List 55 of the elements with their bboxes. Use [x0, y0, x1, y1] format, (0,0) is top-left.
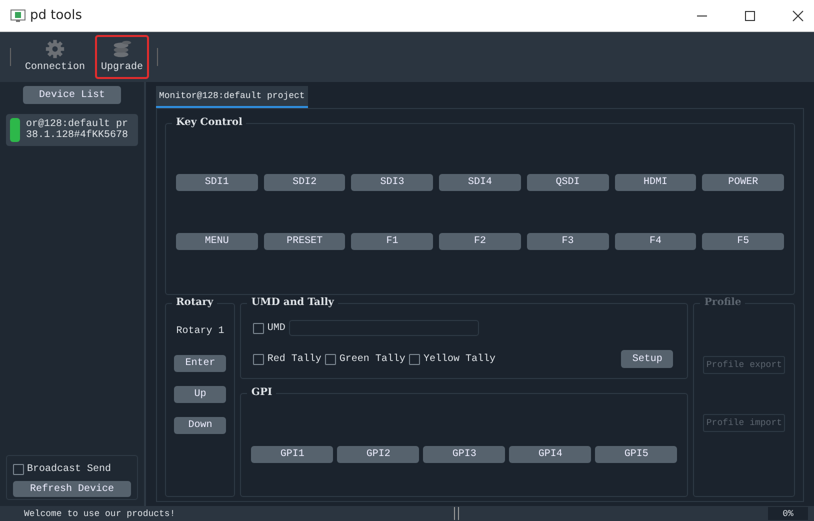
gpi-button[interactable]: GPI4: [509, 446, 592, 462]
maximize-icon: [744, 10, 756, 22]
key-button[interactable]: SDI4: [439, 174, 521, 191]
device-item[interactable]: or@128:default pr 38.1.128#4fKK5678: [6, 114, 138, 146]
key-button[interactable]: SDI1: [176, 174, 258, 191]
tab[interactable]: Monitor@128:default project: [156, 86, 308, 108]
group-title: Profile: [700, 297, 746, 308]
key-button[interactable]: F1: [351, 233, 434, 250]
group-title: GPI: [247, 387, 276, 398]
device-address: 38.1.128#4fKK5678: [26, 130, 128, 141]
refresh-device-button[interactable]: Refresh Device: [13, 481, 131, 497]
key-button[interactable]: MENU: [176, 233, 258, 250]
rotary-button[interactable]: Enter: [174, 355, 226, 372]
checkbox[interactable]: [13, 464, 24, 475]
progress-reading: 0%: [782, 508, 794, 518]
checkbox[interactable]: [325, 354, 336, 364]
rotary-button[interactable]: Up: [174, 386, 226, 403]
key-button[interactable]: HDMI: [614, 174, 696, 191]
gpi-button[interactable]: GPI3: [423, 446, 506, 462]
device-list-button[interactable]: Device List: [23, 86, 121, 104]
device-name: or@128:default pr: [26, 119, 128, 130]
rotary-label: Rotary 1: [176, 326, 224, 337]
toolbar-button[interactable]: Connection: [19, 35, 92, 79]
key-button[interactable]: POWER: [702, 174, 784, 191]
minimize-icon: [696, 14, 708, 16]
key-button[interactable]: F3: [526, 233, 609, 250]
checkbox-label[interactable]: UMD: [267, 322, 286, 334]
toolbar-button[interactable]: Upgrade: [95, 35, 150, 79]
checkbox-label[interactable]: Broadcast Send: [27, 464, 112, 475]
checkbox-label[interactable]: Red Tally: [267, 354, 322, 364]
checkbox[interactable]: [409, 354, 420, 364]
group-title: Rotary: [172, 297, 218, 308]
key-button[interactable]: SDI3: [351, 174, 434, 191]
checkbox[interactable]: [253, 322, 264, 334]
checkbox[interactable]: [253, 354, 264, 364]
gpi-button[interactable]: GPI2: [337, 446, 420, 462]
key-button[interactable]: F5: [702, 233, 784, 250]
group-title: Key Control: [172, 117, 246, 128]
checkbox-label[interactable]: Green Tally: [339, 354, 406, 364]
key-button[interactable]: F2: [439, 233, 521, 250]
gpi-button[interactable]: GPI1: [251, 446, 334, 462]
key-button[interactable]: QSDI: [526, 174, 609, 191]
app-icon: [10, 8, 26, 22]
window-title: pd tools: [30, 8, 82, 23]
status-message: Welcome to use our products!: [24, 508, 176, 518]
close-icon: [792, 10, 804, 22]
key-button[interactable]: F4: [614, 233, 696, 250]
key-button[interactable]: SDI2: [264, 174, 346, 191]
gear-icon: [43, 39, 67, 59]
checkbox-label[interactable]: Yellow Tally: [423, 354, 496, 364]
key-button[interactable]: PRESET: [264, 233, 346, 250]
gpi-button[interactable]: GPI5: [595, 446, 678, 462]
rotary-button[interactable]: Down: [174, 417, 226, 434]
setup-button[interactable]: Setup: [621, 350, 674, 368]
group-title: UMD and Tally: [247, 297, 338, 308]
